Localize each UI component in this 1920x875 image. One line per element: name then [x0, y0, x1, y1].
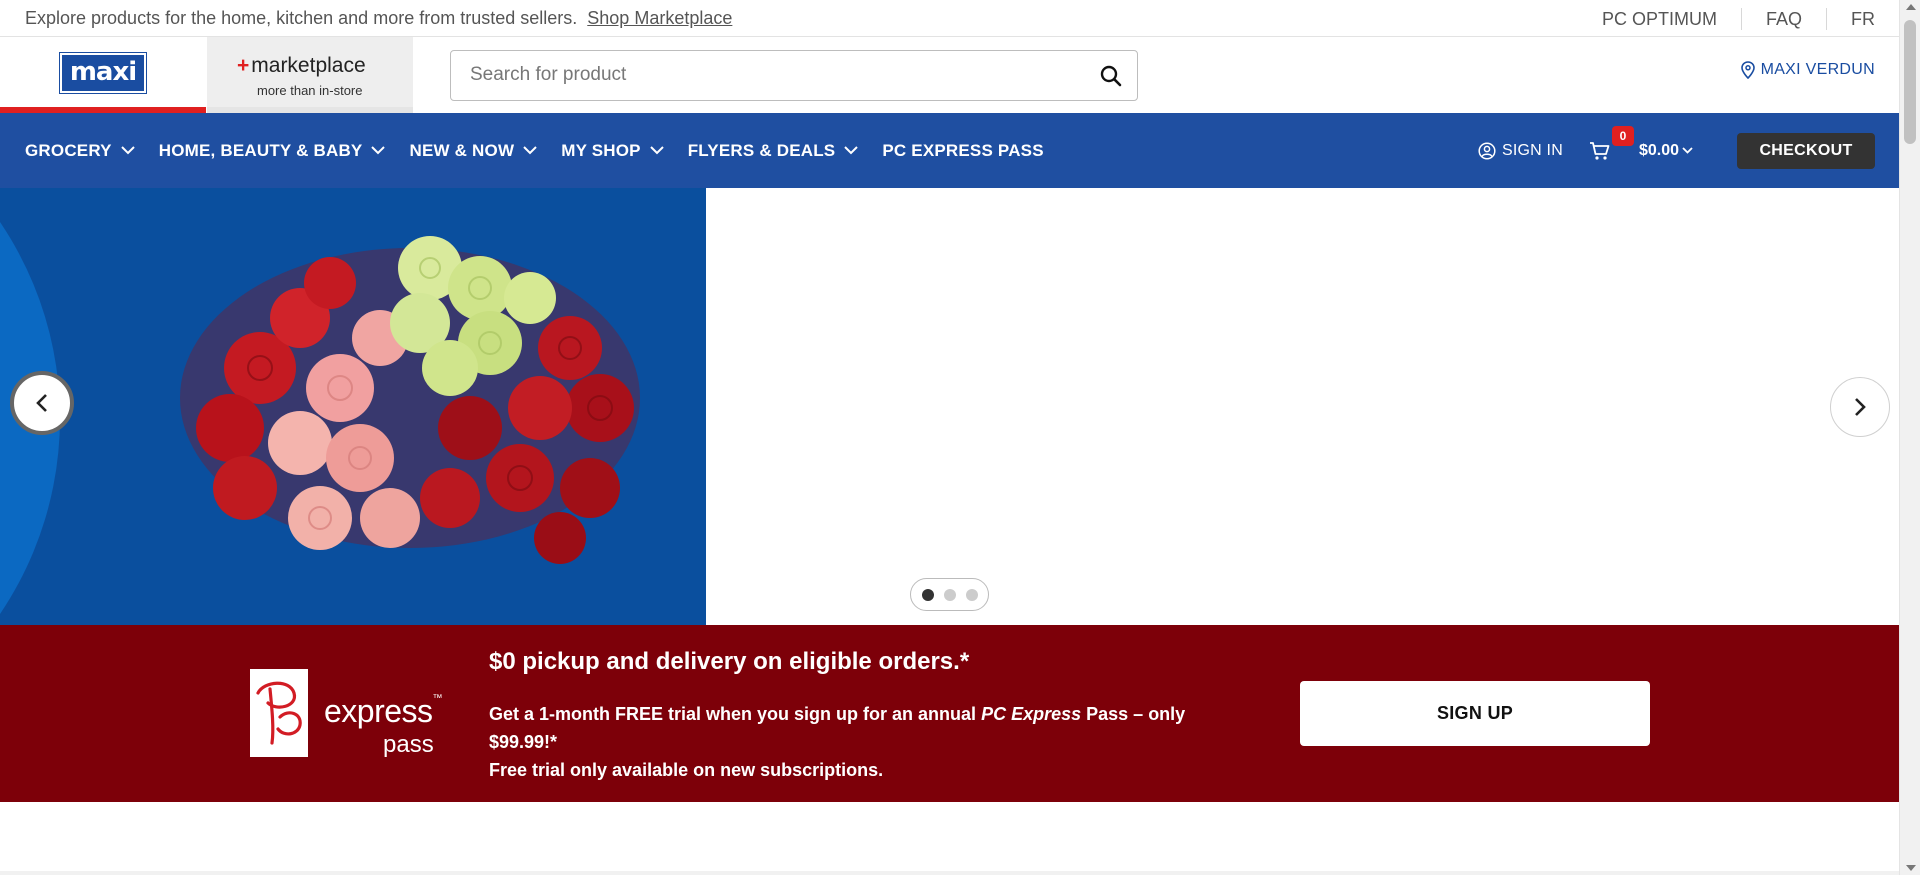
chevron-down-icon [371, 146, 386, 155]
language-toggle-link[interactable]: FR [1827, 8, 1875, 30]
pass-headline: $0 pickup and delivery on eligible order… [489, 648, 970, 675]
nav-item-label: MY SHOP [561, 140, 641, 160]
nav-item-label: PC EXPRESS PASS [882, 140, 1044, 160]
marketplace-title: +marketplace [237, 54, 366, 78]
cart-icon [1589, 141, 1610, 160]
search-box [450, 50, 1138, 101]
scroll-down-arrow-icon[interactable] [1906, 865, 1916, 871]
chevron-down-icon [844, 146, 859, 155]
user-icon [1478, 141, 1496, 160]
nav-item-label: NEW & NOW [409, 140, 515, 160]
carousel-pagination [910, 578, 989, 611]
marketplace-subtitle: more than in-store [257, 83, 363, 98]
carousel-prev-button[interactable] [10, 371, 74, 435]
maxi-home-tab[interactable]: maxi [0, 37, 206, 113]
carousel-next-button[interactable] [1830, 377, 1890, 437]
sign-in-button[interactable]: SIGN IN [1478, 142, 1563, 160]
trademark-mark: ™ [432, 693, 443, 704]
search-icon[interactable] [1099, 64, 1123, 88]
sign-in-label: SIGN IN [1501, 141, 1563, 159]
cart-total: $0.00 [1639, 142, 1693, 160]
nav-item-label: FLYERS & DEALS [687, 140, 836, 160]
scrollbar-thumb[interactable] [1904, 20, 1916, 144]
nav-item-flyers-deals[interactable]: FLYERS & DEALS [688, 141, 859, 161]
rose-bouquet-image [180, 236, 640, 564]
promo-bar: Explore products for the home, kitchen a… [0, 0, 1899, 37]
horizontal-scrollbar[interactable] [0, 871, 1899, 875]
nav-item-grocery[interactable]: GROCERY [25, 141, 135, 161]
pc-logo [250, 669, 308, 757]
maxi-logo: maxi [59, 53, 147, 93]
scroll-up-arrow-icon[interactable] [1906, 4, 1916, 10]
store-selector[interactable]: MAXI VERDUN [1740, 61, 1875, 79]
chevron-down-icon [523, 146, 537, 155]
vertical-scrollbar[interactable] [1899, 0, 1920, 875]
hero-slide-image[interactable] [0, 188, 706, 625]
cart-button[interactable]: 0 $0.00 [1589, 125, 1693, 161]
checkout-button[interactable]: CHECKOUT [1737, 132, 1875, 169]
nav-item-label: GROCERY [25, 140, 112, 160]
hero-carousel [0, 188, 1899, 625]
carousel-dot-3[interactable] [965, 588, 978, 601]
carousel-dot-2[interactable] [943, 588, 956, 601]
marketplace-title-text: marketplace [251, 54, 366, 77]
express-wordmark-text: express [324, 693, 433, 729]
nav-item-my-shop[interactable]: MY SHOP [561, 141, 664, 161]
promo-text: Explore products for the home, kitchen a… [25, 8, 578, 28]
location-pin-icon [1740, 61, 1755, 79]
chevron-down-icon [649, 146, 664, 155]
nav-item-pc-express-pass[interactable]: PC EXPRESS PASS [882, 141, 1043, 161]
site-header: maxi +marketplace more than in-store MAX… [0, 37, 1899, 113]
pc-optimum-link[interactable]: PC OPTIMUM [1578, 7, 1742, 30]
pass-text-brand: PC Express [981, 704, 1082, 724]
shop-marketplace-link[interactable]: Shop Marketplace [587, 8, 732, 28]
promo-message: Explore products for the home, kitchen a… [25, 8, 732, 29]
chevron-down-icon [1682, 147, 1693, 154]
utility-links: PC OPTIMUM FAQ FR [1578, 0, 1875, 37]
chevron-down-icon [121, 146, 135, 155]
chevron-left-icon [36, 394, 47, 412]
marketplace-plus-icon: + [237, 54, 250, 77]
store-name: MAXI VERDUN [1760, 61, 1875, 78]
chevron-right-icon [1855, 398, 1866, 416]
pass-description: Get a 1-month FREE trial when you sign u… [489, 700, 1249, 784]
cart-count-badge: 0 [1611, 125, 1634, 146]
pass-text-disclaimer: Free trial only available on new subscri… [489, 760, 884, 780]
account-cart-area: SIGN IN 0 $0.00 CHECKOUT [1478, 113, 1875, 188]
express-wordmark: express™ [324, 693, 443, 730]
pc-express-pass-banner: express™ pass $0 pickup and delivery on … [0, 625, 1899, 802]
sign-up-button[interactable]: SIGN UP [1300, 681, 1650, 746]
search-input[interactable] [470, 64, 1070, 86]
pass-text-part1: Get a 1-month FREE trial when you sign u… [489, 704, 977, 724]
cart-total-value: $0.00 [1638, 141, 1679, 159]
faq-link[interactable]: FAQ [1742, 7, 1827, 30]
nav-item-new-now[interactable]: NEW & NOW [409, 141, 537, 161]
marketplace-tab[interactable]: +marketplace more than in-store [207, 37, 413, 113]
nav-item-label: HOME, BEAUTY & BABY [158, 140, 363, 160]
main-nav: GROCERY HOME, BEAUTY & BABY NEW & NOW MY… [0, 113, 1899, 188]
pass-wordmark: pass [383, 731, 434, 758]
carousel-dot-1[interactable] [921, 588, 934, 601]
nav-item-home-beauty-baby[interactable]: HOME, BEAUTY & BABY [159, 141, 386, 161]
pc-script-icon [256, 681, 302, 745]
